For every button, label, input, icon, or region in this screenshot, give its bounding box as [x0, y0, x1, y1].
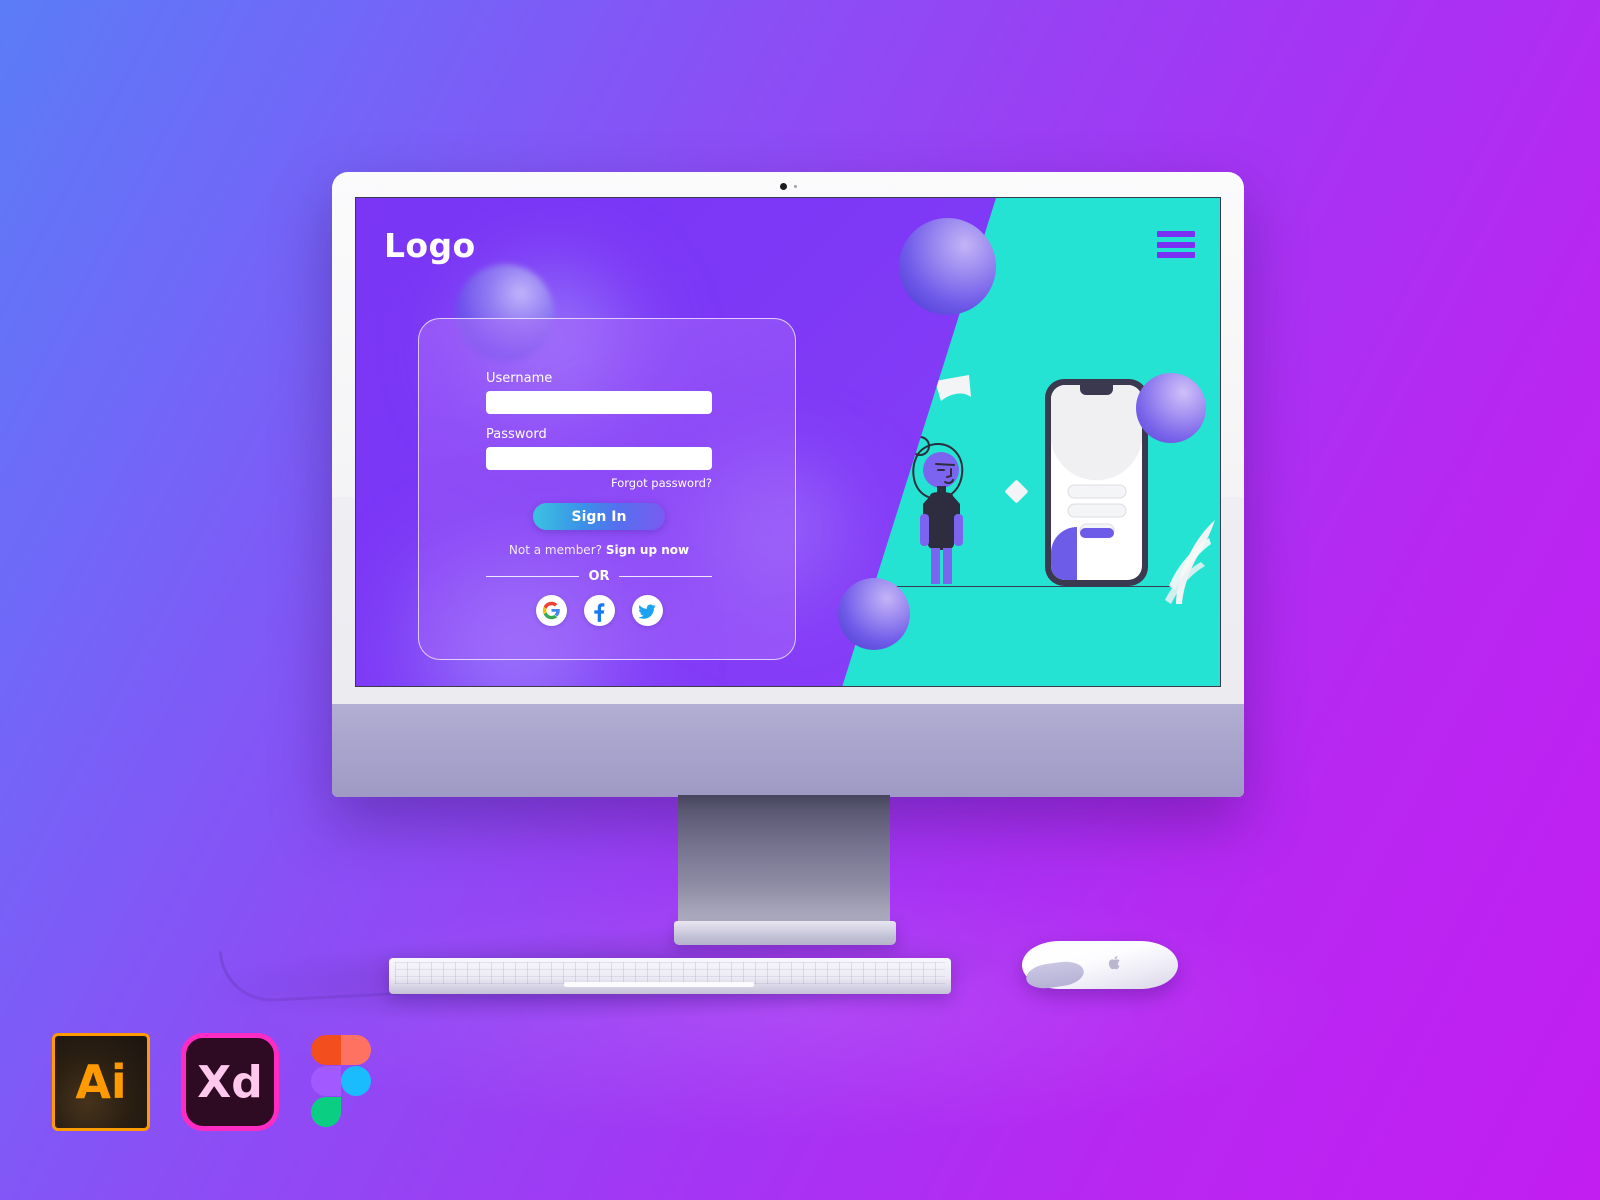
leaf-decoration-icon — [1165, 520, 1215, 604]
or-divider: OR — [486, 569, 712, 584]
mouse-front-lip — [1024, 959, 1086, 991]
flag-decoration-icon — [935, 375, 971, 401]
apple-logo-icon — [1108, 956, 1120, 970]
username-label: Username — [486, 371, 553, 386]
sphere-decoration-1 — [899, 218, 996, 315]
social-login-row — [486, 595, 712, 626]
divider-line-right — [618, 576, 712, 577]
figma-logo — [310, 1033, 372, 1131]
webcam-icon — [780, 183, 787, 190]
login-form: Username Password Forgot password? Sign … — [486, 371, 712, 626]
monitor: Logo Username Password Forgot password? … — [332, 172, 1244, 797]
sign-in-button[interactable]: Sign In — [533, 503, 665, 530]
password-label: Password — [486, 427, 547, 442]
keyboard[interactable] — [389, 958, 951, 994]
field-spacer — [486, 414, 712, 427]
forgot-password-link[interactable]: Forgot password? — [486, 476, 712, 490]
webcam-indicator-icon — [794, 185, 797, 188]
phone-mockup-illustration — [1045, 379, 1148, 586]
keyboard-keys — [395, 962, 945, 984]
hamburger-menu-icon[interactable] — [1157, 231, 1195, 258]
hamburger-bar — [1157, 231, 1195, 237]
divider-line-left — [486, 576, 580, 577]
login-card: Username Password Forgot password? Sign … — [418, 318, 796, 660]
footer-logo-row: Ai Xd — [52, 1033, 372, 1131]
username-input[interactable] — [486, 391, 712, 414]
monitor-stand-base — [674, 921, 896, 945]
keyboard-spacebar — [564, 982, 754, 987]
member-prompt-text: Not a member? — [508, 543, 602, 557]
hamburger-bar — [1157, 252, 1195, 258]
google-login-button[interactable] — [535, 595, 567, 626]
diamond-decoration-icon — [1004, 479, 1029, 504]
sign-up-link[interactable]: Sign up now — [606, 543, 689, 557]
google-icon — [542, 601, 560, 620]
twitter-icon — [638, 603, 656, 619]
password-input[interactable] — [486, 447, 712, 470]
monitor-stand-neck — [678, 795, 890, 925]
signup-prompt-row: Not a member? Sign up now — [486, 543, 712, 557]
mouse[interactable] — [1022, 941, 1178, 991]
facebook-login-button[interactable] — [583, 595, 615, 626]
monitor-chin — [332, 704, 1244, 797]
sphere-decoration-2 — [1136, 373, 1206, 443]
sphere-decoration-3 — [838, 578, 910, 650]
facebook-icon — [594, 602, 605, 622]
hamburger-bar — [1157, 241, 1195, 248]
adobe-xd-logo: Xd — [181, 1033, 279, 1131]
brand-logo: Logo — [384, 226, 476, 265]
adobe-illustrator-logo: Ai — [52, 1033, 150, 1131]
screen: Logo Username Password Forgot password? … — [355, 197, 1221, 687]
page-root: Logo Username Password Forgot password? … — [0, 0, 1600, 1200]
figma-icon — [311, 1035, 371, 1127]
character-illustration — [910, 436, 964, 584]
divider-label: OR — [588, 569, 610, 584]
monitor-body: Logo Username Password Forgot password? … — [332, 172, 1244, 797]
twitter-login-button[interactable] — [631, 595, 663, 626]
